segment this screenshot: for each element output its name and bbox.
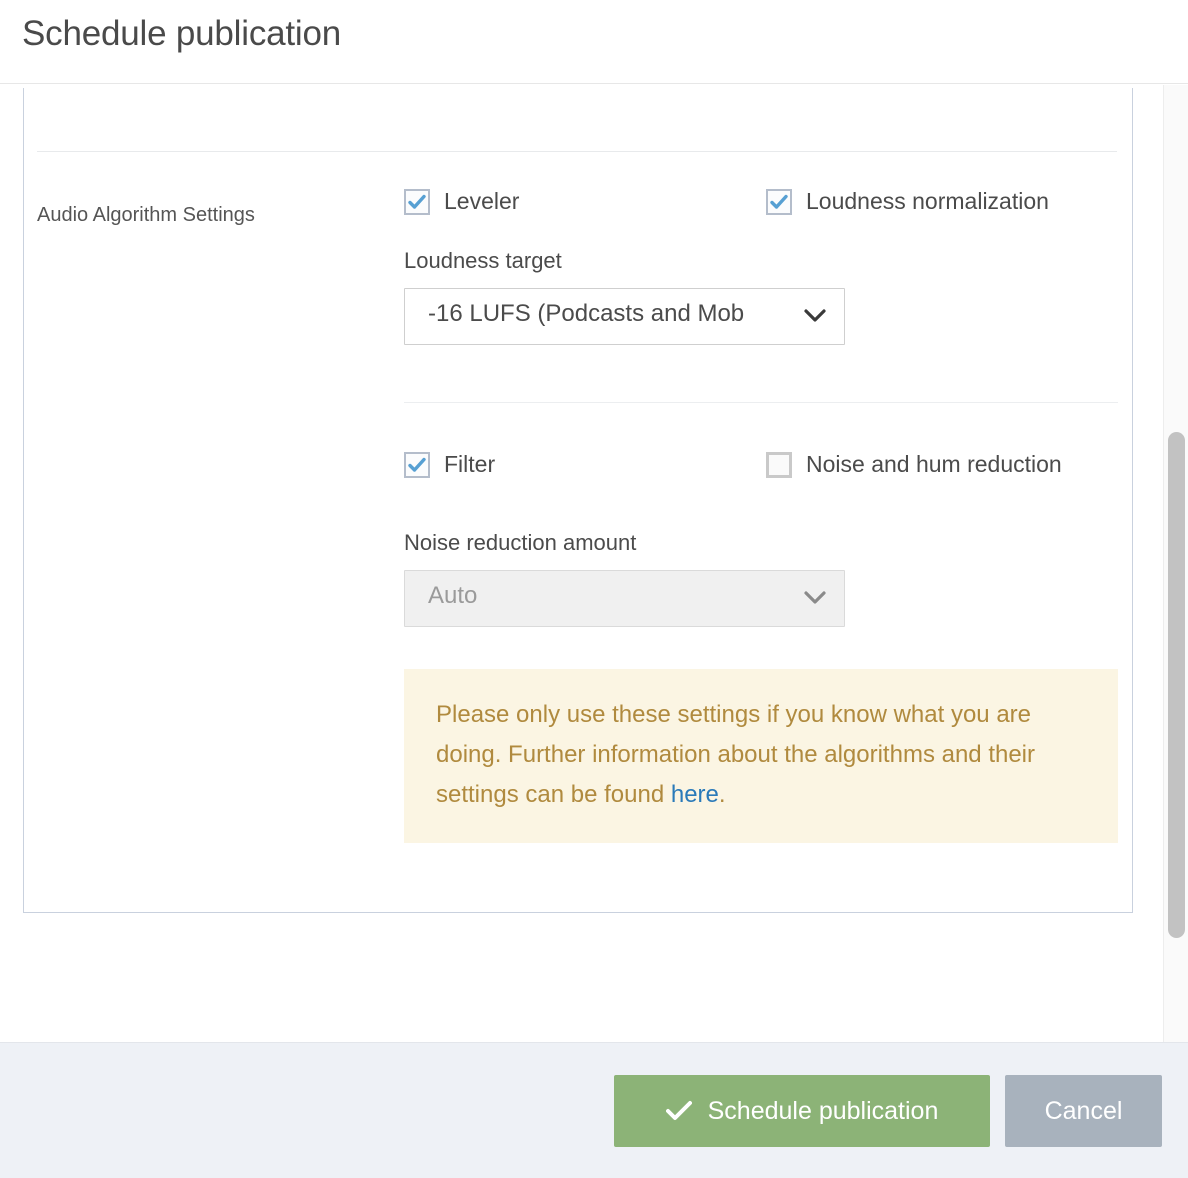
check-icon (665, 1100, 692, 1122)
vertical-scrollbar-thumb[interactable] (1168, 432, 1185, 938)
check-icon (770, 194, 788, 209)
checkbox-leveler-label: Leveler (444, 188, 520, 214)
dialog-footer: Schedule publication Cancel (0, 1042, 1188, 1178)
dialog-body: Audio Algorithm Settings Leveler Loudnes… (0, 85, 1188, 1042)
checkbox-checked-icon[interactable] (404, 189, 430, 215)
noise-reduction-amount-field: Noise reduction amount Auto (404, 528, 1119, 627)
loudness-target-select[interactable]: -16 LUFS (Podcasts and Mob (404, 288, 845, 345)
checkbox-checked-icon[interactable] (404, 452, 430, 478)
check-icon (408, 457, 426, 472)
schedule-publication-button-label: Schedule publication (707, 1096, 939, 1125)
vertical-scrollbar-track[interactable] (1163, 85, 1188, 1042)
page-title: Schedule publication (22, 14, 342, 53)
notice-text: Please only use these settings if you kn… (436, 695, 1086, 815)
loudness-target-field: Loudness target -16 LUFS (Podcasts and M… (404, 246, 1119, 345)
notice-text-after-link: . (718, 781, 726, 808)
audio-algorithm-controls: Leveler Loudness normalization Loudness … (404, 185, 1119, 843)
checkbox-loudness-normalization-label: Loudness normalization (806, 188, 1049, 214)
chevron-down-icon (804, 308, 826, 329)
checkbox-filter[interactable]: Filter (404, 448, 495, 481)
panel-top-divider (37, 151, 1117, 152)
dialog-header: Schedule publication (0, 0, 1188, 84)
checkbox-noise-and-hum-reduction[interactable]: Noise and hum reduction (766, 444, 1066, 484)
loudness-target-label: Loudness target (404, 248, 562, 273)
schedule-publication-button[interactable]: Schedule publication (614, 1075, 990, 1147)
checkbox-checked-icon[interactable] (766, 189, 792, 215)
checkbox-filter-label: Filter (444, 451, 496, 477)
checkbox-leveler[interactable]: Leveler (404, 185, 519, 218)
noise-reduction-amount-select[interactable]: Auto (404, 570, 845, 627)
check-icon (408, 194, 426, 209)
noise-reduction-amount-value: Auto (428, 582, 478, 609)
checkbox-unchecked-icon[interactable] (766, 452, 792, 478)
cancel-button-label: Cancel (1044, 1096, 1123, 1125)
notice-here-link[interactable]: here (671, 781, 719, 808)
chevron-down-icon (804, 590, 826, 611)
audio-algorithm-settings-label: Audio Algorithm Settings (37, 204, 255, 226)
settings-warning-notice: Please only use these settings if you kn… (404, 669, 1118, 843)
checkbox-line-leveler: Leveler Loudness normalization (404, 185, 1119, 225)
controls-divider (404, 402, 1118, 403)
loudness-target-value: -16 LUFS (Podcasts and Mob (428, 300, 745, 327)
checkbox-line-filter: Filter Noise and hum reduction (404, 448, 1119, 534)
notice-text-before-link: Please only use these settings if you kn… (436, 701, 1036, 808)
checkbox-noise-and-hum-reduction-label: Noise and hum reduction (806, 451, 1062, 477)
checkbox-loudness-normalization[interactable]: Loudness normalization (766, 185, 1116, 218)
cancel-button[interactable]: Cancel (1005, 1075, 1162, 1147)
settings-panel: Audio Algorithm Settings Leveler Loudnes… (23, 88, 1133, 913)
